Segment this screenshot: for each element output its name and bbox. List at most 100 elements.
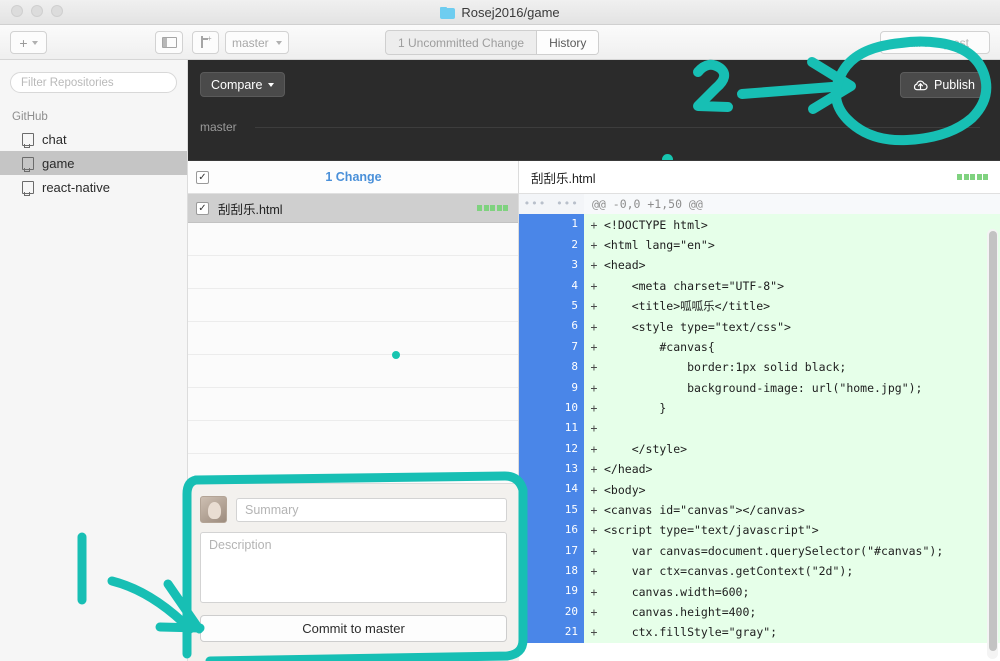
diff-line-number-old (519, 275, 551, 296)
diff-line-sign: + (590, 441, 598, 456)
branch-timeline (255, 126, 980, 128)
diff-line-number-new: 2 (551, 234, 584, 256)
diff-line-number-old (519, 622, 551, 643)
diff-line-text: } (604, 401, 667, 416)
changes-header: ✓ 1 Change (188, 161, 518, 194)
diff-line-number-old (519, 377, 551, 398)
diff-line-number-old (519, 295, 551, 317)
list-filler-row (188, 322, 518, 355)
repository-icon (22, 180, 34, 196)
diff-line-row: 16 + <script type="text/javascript"> (519, 520, 1000, 541)
diff-line-sign: + (590, 421, 598, 436)
commit-description-input[interactable]: Description (200, 532, 507, 603)
diff-line-number-new: 3 (551, 255, 584, 276)
diff-line-number-old (519, 214, 551, 235)
new-branch-button[interactable]: + (192, 31, 219, 54)
diff-line-sign: + (590, 523, 598, 538)
diff-line-number-new: 1 (551, 214, 584, 235)
pull-request-label: Pull Request (900, 35, 970, 50)
diff-line-sign: + (590, 217, 598, 232)
branch-selector[interactable]: master (225, 31, 289, 54)
sidebar-toggle-icon (161, 37, 177, 48)
diff-line-text: <body> (604, 482, 646, 497)
compare-button[interactable]: Compare (200, 72, 286, 97)
diff-line-text: var ctx=canvas.getContext("2d"); (604, 564, 854, 579)
diff-line-number-new: 10 (551, 397, 584, 419)
diff-line-number-old (519, 234, 551, 256)
diff-line-number-old (519, 499, 551, 521)
diff-line-text: </style> (604, 441, 688, 456)
diff-file-name: 刮刮乐.html (531, 171, 596, 186)
commit-summary-input[interactable]: Summary (236, 497, 507, 522)
diff-line-text: <script type="text/javascript"> (604, 523, 819, 538)
avatar (200, 496, 227, 523)
repo-label: game (42, 155, 75, 171)
diff-line-sign: + (590, 584, 598, 599)
window-titlebar: Rosej2016/game (0, 0, 1000, 25)
tab-history[interactable]: History (536, 31, 599, 54)
diff-line-row: 19 + canvas.width=600; (519, 581, 1000, 602)
diff-line-text: ctx.fillStyle="gray"; (604, 625, 778, 640)
file-include-checkbox[interactable]: ✓ (196, 201, 209, 215)
diff-content[interactable]: ••• ••• @@ -0,0 +1,50 @@ 1 + <!DOCTYPE htm… (519, 194, 1000, 661)
diff-line-text: </head> (604, 462, 653, 477)
diff-line-number-new: 6 (551, 316, 584, 337)
diff-line-sign: + (590, 543, 598, 558)
diff-line-sign: + (590, 564, 598, 579)
changes-empty-area (188, 223, 518, 513)
diff-line-text: <meta charset="UTF-8"> (604, 278, 785, 293)
diff-line-number-new: 4 (551, 275, 584, 296)
toggle-sidebar-button[interactable] (155, 31, 183, 54)
diff-line-number-old (519, 397, 551, 419)
filter-repositories-input[interactable]: Filter Repositories (10, 72, 177, 93)
diff-line-number-new: 18 (551, 561, 584, 582)
changed-file-row[interactable]: ✓ 刮刮乐.html (188, 194, 518, 223)
annotation-dot-middle (392, 351, 400, 359)
diff-line-row: 1 + <!DOCTYPE html> (519, 214, 1000, 235)
diff-scrollbar-thumb[interactable] (988, 231, 997, 651)
diffstat-blocks (477, 205, 508, 211)
diff-line-row: 3 + <head> (519, 255, 1000, 276)
diff-line-row: 15 + <canvas id="canvas"></canvas> (519, 499, 1000, 521)
diff-line-number-new: 17 (551, 540, 584, 562)
diff-line-number-old (519, 540, 551, 562)
diff-line-sign: + (590, 503, 598, 518)
diff-line-sign: + (590, 625, 598, 640)
diff-line-sign: + (590, 605, 598, 619)
diff-line-number-new: 16 (551, 520, 584, 541)
chevron-down-icon (276, 40, 282, 45)
diff-line-number-old (519, 601, 551, 623)
diff-line-row: 2 + <html lang="en"> (519, 234, 1000, 256)
diff-line-sign: + (590, 462, 598, 477)
pull-request-button[interactable]: Pull Request (880, 31, 990, 54)
diff-line-number-new: 19 (551, 581, 584, 602)
diff-line-number-new: 8 (551, 357, 584, 378)
diff-line-row: 6 + <style type="text/css"> (519, 316, 1000, 337)
diff-line-number-old (519, 581, 551, 602)
publish-button[interactable]: Publish (900, 72, 988, 98)
diff-line-text: #canvas{ (604, 339, 715, 354)
diff-line-sign: + (590, 401, 598, 416)
list-filler-row (188, 421, 518, 454)
sidebar-item-game[interactable]: game (0, 151, 187, 175)
commit-to-master-button[interactable]: Commit to master (200, 615, 507, 642)
list-filler-row (188, 355, 518, 388)
diff-line-number-new: 20 (551, 601, 584, 623)
diff-line-number-old (519, 316, 551, 337)
diff-line-sign: + (590, 278, 598, 293)
sidebar-item-chat[interactable]: chat (0, 127, 187, 151)
add-repository-button[interactable]: + (10, 31, 47, 54)
repository-icon (22, 156, 34, 172)
diff-line-text: canvas.height=400; (604, 605, 757, 619)
diff-line-row: 9 + background-image: url("home.jpg"); (519, 377, 1000, 398)
tab-uncommitted-changes[interactable]: 1 Uncommitted Change (386, 31, 536, 54)
diff-line-sign: + (590, 237, 598, 252)
diff-line-row: 21 + ctx.fillStyle="gray"; (519, 622, 1000, 643)
diff-line-row: 17 + var canvas=document.querySelector("#… (519, 540, 1000, 562)
diff-line-number-old (519, 336, 551, 358)
diff-line-number-new: 13 (551, 459, 584, 480)
diff-line-row: 14 + <body> (519, 479, 1000, 500)
sidebar-item-react-native[interactable]: react-native (0, 175, 187, 199)
diff-scrollbar[interactable] (987, 229, 998, 659)
diff-line-sign: + (590, 339, 598, 354)
